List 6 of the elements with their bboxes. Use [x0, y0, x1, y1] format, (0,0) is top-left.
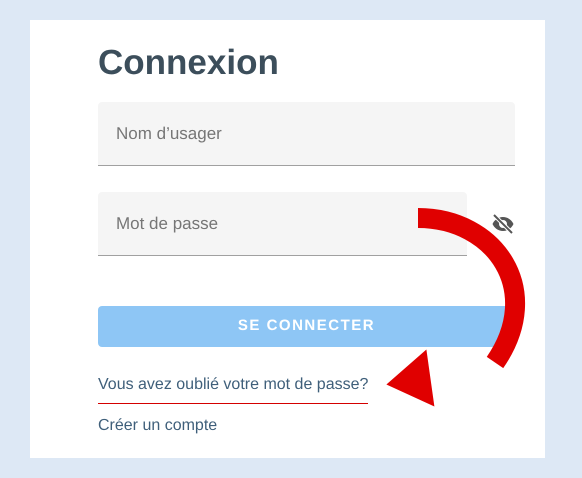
username-field[interactable]: Nom d’usager [98, 102, 515, 166]
page-title: Connexion [98, 42, 280, 84]
password-field[interactable]: Mot de passe [98, 192, 467, 256]
hide-password-icon[interactable] [491, 212, 515, 236]
text-link[interactable]: Créer un compte [98, 414, 218, 445]
text-link[interactable]: Vous avez oublié votre mot de passe? [98, 373, 368, 404]
